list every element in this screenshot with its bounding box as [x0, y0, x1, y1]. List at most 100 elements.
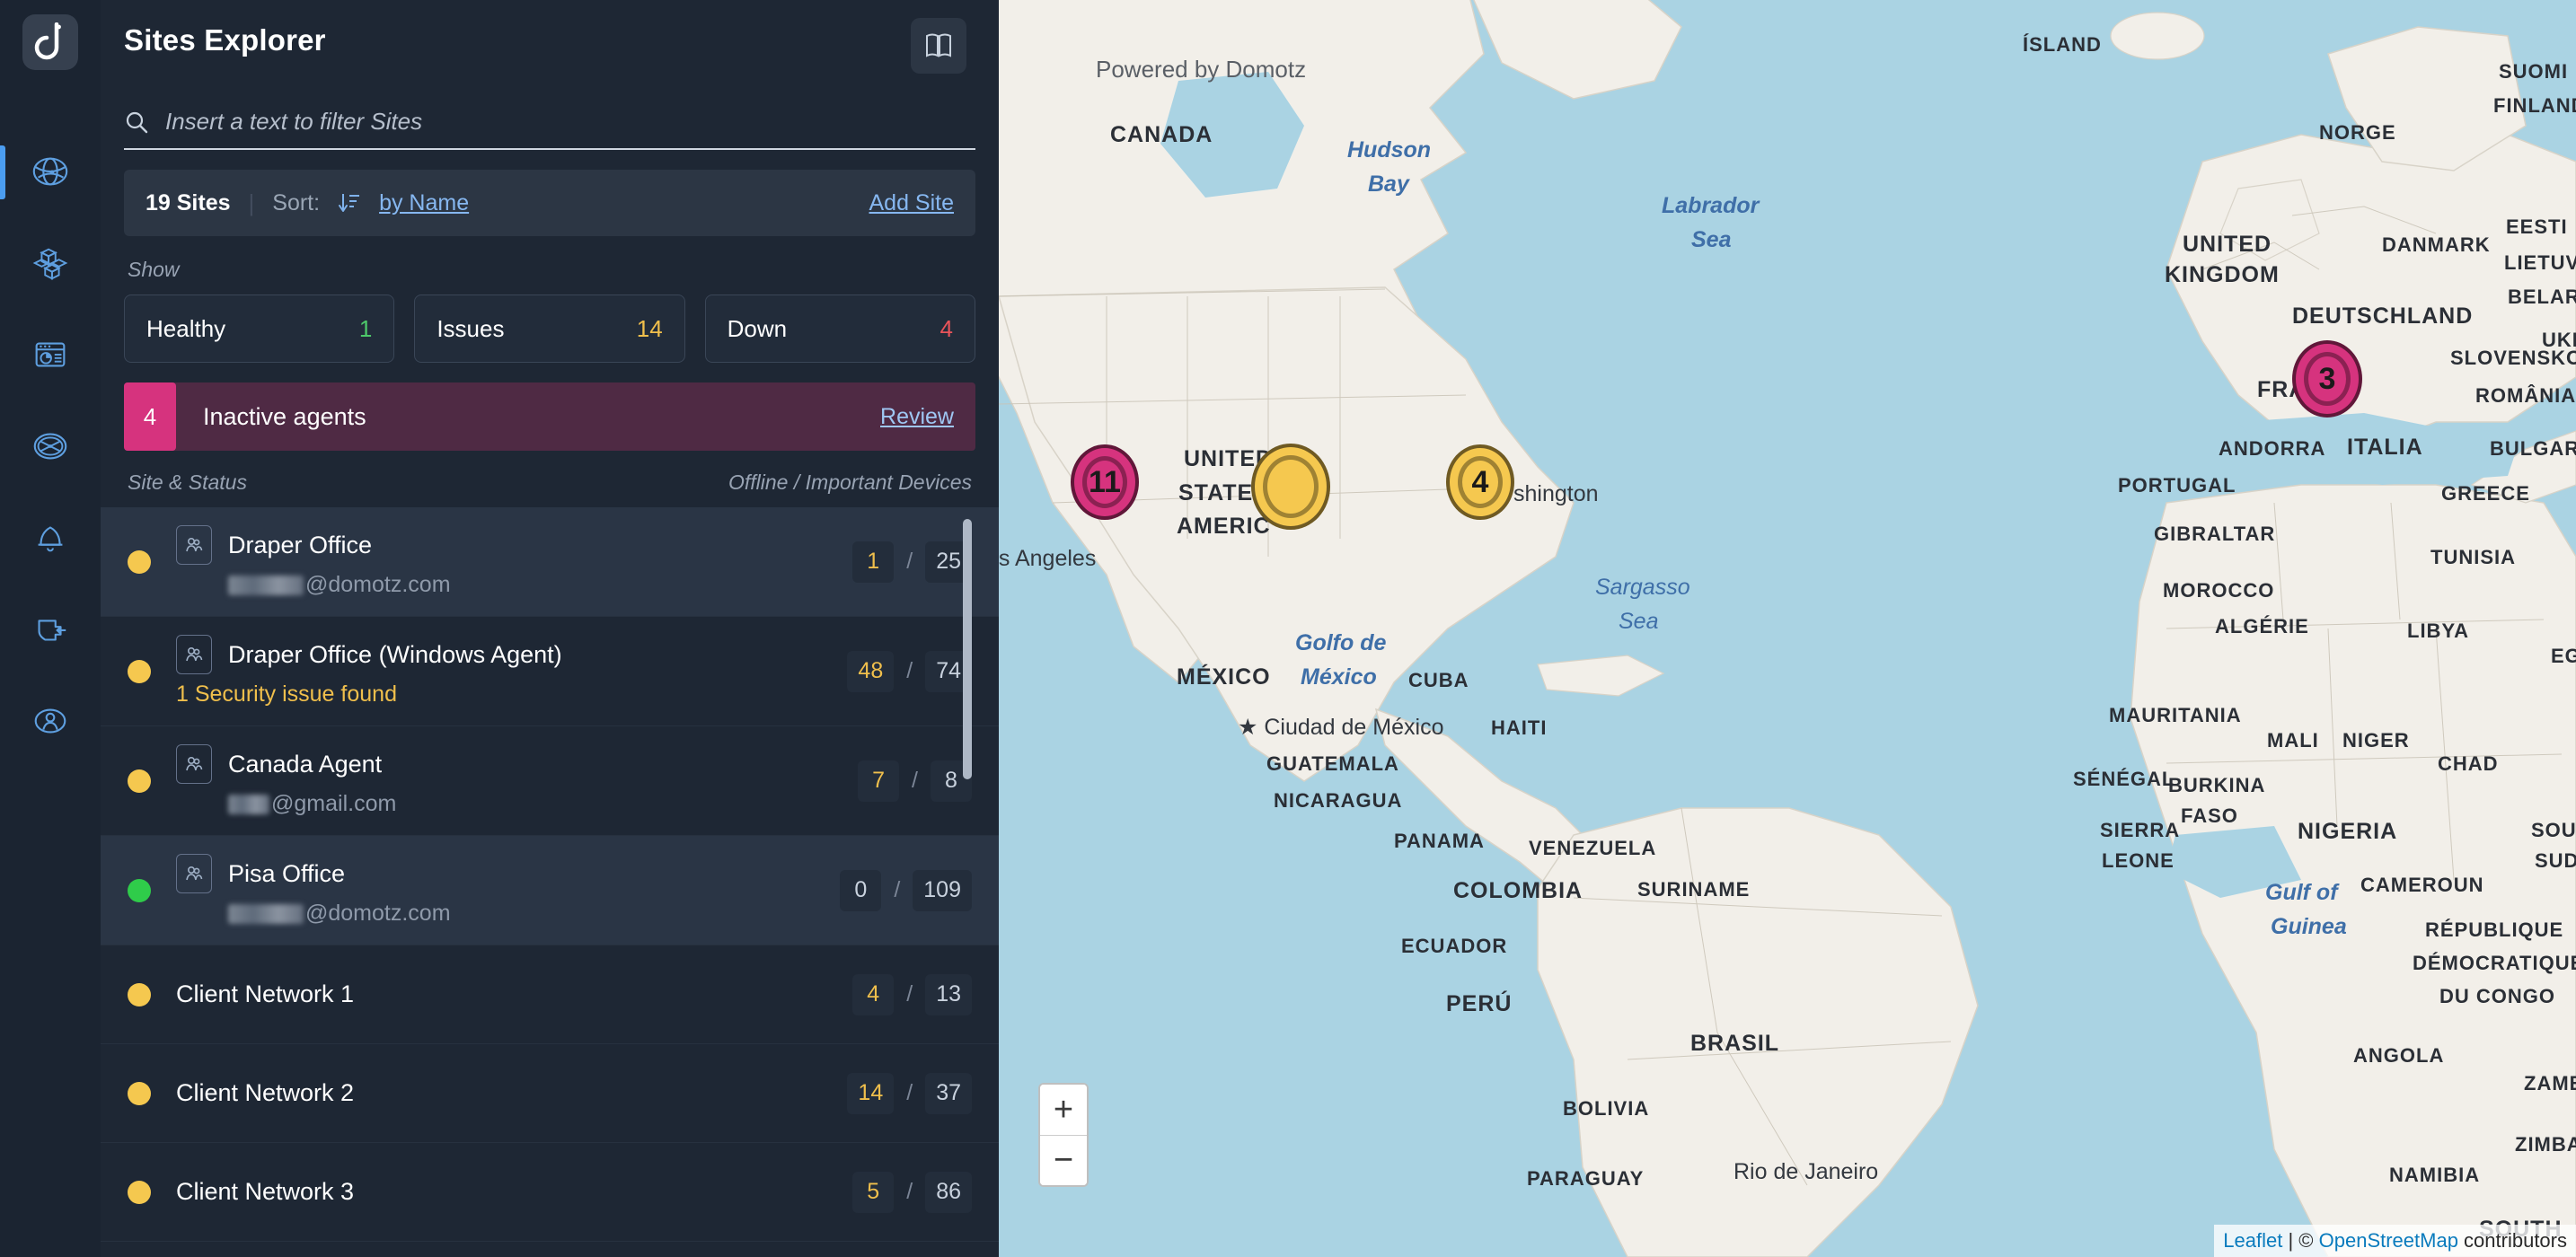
status-badge	[128, 1180, 151, 1204]
book-icon	[926, 33, 951, 57]
left-icon-rail	[0, 0, 101, 1257]
site-name: Draper Office	[228, 531, 373, 558]
total-device-count: 86	[925, 1171, 972, 1213]
leaflet-link[interactable]: Leaflet	[2223, 1229, 2282, 1252]
map-tiles	[999, 0, 2576, 1257]
rail-item-list	[0, 126, 101, 767]
agent-users-icon	[176, 744, 212, 784]
sidebar-item-inventory[interactable]	[0, 217, 101, 309]
offline-device-count: 7	[858, 760, 900, 802]
site-name: Canada Agent	[228, 750, 383, 778]
site-email-domain: @domotz.com	[305, 901, 451, 926]
agent-users-icon	[176, 635, 212, 674]
chip-down-count: 4	[940, 314, 953, 342]
site-name: Pisa Office	[228, 859, 346, 887]
sites-list-scrollbar[interactable]	[963, 519, 972, 779]
table-row[interactable]: Canada Agent @gmail.com 7/8	[101, 726, 999, 836]
site-name: Draper Office (Windows Agent)	[228, 640, 562, 668]
sidebar-item-integrations[interactable]	[0, 584, 101, 675]
offline-device-count: 14	[847, 1072, 895, 1114]
marker-count: 11	[1089, 464, 1121, 499]
count-separator: /	[894, 877, 901, 902]
sidebar-item-dashboard[interactable]	[0, 309, 101, 400]
device-counts: 1/25	[852, 541, 972, 583]
search-bar[interactable]	[124, 108, 975, 150]
sort-by-link[interactable]: by Name	[379, 190, 469, 216]
count-separator: /	[906, 549, 913, 574]
chip-issues-label: Issues	[437, 314, 505, 342]
offline-device-count: 1	[852, 541, 895, 583]
search-icon	[126, 111, 148, 133]
site-email-domain: @gmail.com	[271, 791, 397, 816]
chip-healthy-count: 1	[358, 314, 373, 342]
sidebar-item-network[interactable]	[0, 126, 101, 217]
offline-device-count: 48	[847, 650, 895, 692]
device-counts: 7/8	[858, 760, 972, 802]
sidebar-item-account[interactable]	[0, 675, 101, 767]
inactive-agents-banner[interactable]: 4 Inactive agents Review	[124, 382, 975, 451]
redacted-email-mask	[228, 794, 269, 814]
table-row[interactable]: Client Network 3 5 / 86	[101, 1143, 999, 1242]
site-info: Canada Agent @gmail.com	[176, 744, 840, 817]
attribution-separator: | ©	[2282, 1229, 2319, 1252]
zoom-out-button[interactable]: −	[1040, 1135, 1087, 1185]
sidebar-item-topology[interactable]	[0, 400, 101, 492]
site-email: @domotz.com	[228, 572, 834, 598]
device-counts: 0 / 109	[840, 869, 972, 911]
zoom-in-button[interactable]: +	[1040, 1085, 1087, 1135]
map-cluster-marker[interactable]	[1251, 444, 1330, 530]
count-separator: /	[906, 1080, 913, 1105]
status-badge	[128, 769, 151, 793]
add-site-link[interactable]: Add Site	[869, 190, 954, 216]
table-row[interactable]: Draper Office (Windows Agent) 1 Security …	[101, 617, 999, 726]
sites-list[interactable]: Draper Office @domotz.com 1/25 Draper Offic…	[101, 507, 999, 1257]
total-device-count: 37	[925, 1072, 972, 1114]
sidebar-item-alerts[interactable]	[0, 492, 101, 584]
page-title: Sites Explorer	[124, 23, 326, 57]
chip-down[interactable]: Down 4	[704, 294, 975, 363]
column-site-status: Site & Status	[128, 470, 247, 494]
world-map[interactable]: Powered by Domotz ÍSLANDSUOMIFINLANDCANA…	[999, 0, 2576, 1257]
inactive-agents-badge: 4	[124, 382, 176, 451]
offline-device-count: 4	[852, 973, 895, 1015]
table-row[interactable]: Client Network 1 4 / 13	[101, 945, 999, 1044]
dashboard-report-icon	[35, 342, 66, 367]
map-powered-by: Powered by Domotz	[1096, 56, 1307, 83]
sites-explorer-panel: Sites Explorer 19 Sites | Sort:	[101, 0, 999, 1257]
sort-descending-icon[interactable]	[338, 191, 361, 215]
chip-healthy[interactable]: Healthy 1	[124, 294, 395, 363]
account-user-icon	[34, 708, 66, 734]
count-separator: /	[912, 768, 918, 793]
inactive-agents-review-link[interactable]: Review	[880, 404, 954, 430]
status-badge	[128, 878, 151, 902]
status-badge	[128, 982, 151, 1006]
map-zoom-controls[interactable]: + −	[1038, 1083, 1089, 1187]
topology-icon	[33, 433, 67, 460]
countbar-divider: |	[248, 189, 255, 216]
map-cluster-marker[interactable]: 3	[2292, 340, 2362, 418]
redacted-email-mask	[228, 575, 304, 595]
map-cluster-marker[interactable]: 11	[1071, 444, 1139, 520]
search-input[interactable]	[165, 108, 975, 136]
table-row[interactable]: Pisa Office @domotz.com 0 / 109	[101, 836, 999, 945]
inactive-agents-text: Inactive agents	[203, 402, 366, 430]
chip-issues[interactable]: Issues 14	[414, 294, 685, 363]
offline-device-count: 5	[852, 1171, 895, 1213]
status-badge	[128, 659, 151, 683]
sort-label: Sort:	[272, 189, 321, 215]
map-cluster-marker[interactable]: 4	[1446, 444, 1514, 520]
table-row[interactable]: Draper Office @domotz.com 1/25	[101, 507, 999, 617]
marker-ring	[1263, 455, 1319, 518]
site-info: Pisa Office @domotz.com	[176, 854, 822, 927]
integrations-icon	[38, 620, 66, 641]
site-email: @domotz.com	[228, 901, 822, 927]
openstreetmap-link[interactable]: OpenStreetMap	[2319, 1229, 2458, 1252]
attribution-tail: contributors	[2457, 1229, 2567, 1252]
domotz-logo[interactable]	[22, 14, 78, 70]
site-info: Draper Office @domotz.com	[176, 525, 834, 598]
table-row[interactable]: Client Network 2 14 / 37	[101, 1044, 999, 1143]
status-badge	[128, 549, 151, 574]
site-info: Client Network 2	[176, 1079, 829, 1107]
total-device-count: 109	[913, 869, 972, 911]
documentation-button[interactable]	[911, 18, 966, 74]
